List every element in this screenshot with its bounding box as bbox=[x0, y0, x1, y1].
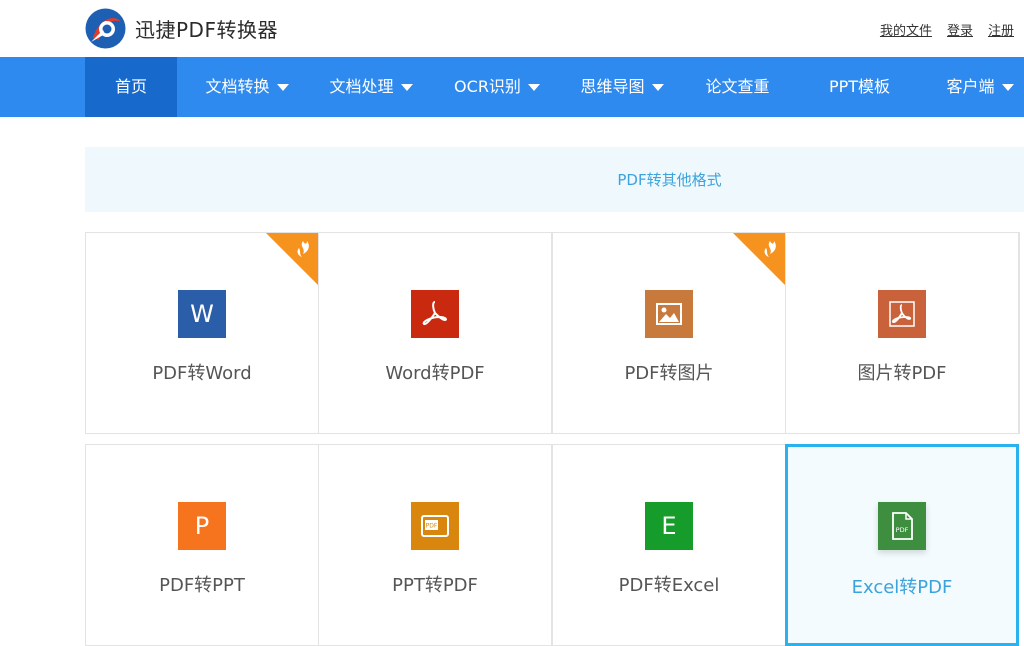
acrobat-icon bbox=[889, 301, 915, 327]
tool-label: PDF转Excel bbox=[618, 575, 720, 596]
word-icon-glyph: W bbox=[190, 300, 214, 328]
section-title-bar: PDF转其他格式 bbox=[85, 147, 1024, 212]
word-icon: W bbox=[178, 290, 226, 338]
nav-ppt-template[interactable]: PPT模板 bbox=[812, 57, 907, 117]
tool-card-pdf-to-image[interactable]: PDF转图片 bbox=[552, 232, 786, 434]
pdf-doc-icon: PDF bbox=[878, 502, 926, 550]
nav-home[interactable]: 首页 bbox=[85, 57, 177, 117]
tool-card-ppt-to-pdf[interactable]: PDF PPT转PDF bbox=[318, 444, 552, 646]
excel-icon-glyph: E bbox=[661, 512, 677, 540]
presentation-pdf-icon: PDF bbox=[421, 515, 449, 537]
tool-label: 图片转PDF bbox=[857, 363, 947, 384]
tool-label: Excel转PDF bbox=[851, 577, 953, 598]
ppt-icon: P bbox=[178, 502, 226, 550]
svg-text:PDF: PDF bbox=[426, 523, 438, 530]
tool-label: PDF转PPT bbox=[159, 575, 245, 596]
logo-icon bbox=[85, 8, 126, 49]
header: 迅捷PDF转换器 我的文件 登录 注册 bbox=[0, 0, 1024, 57]
tool-card-excel-to-pdf[interactable]: PDF Excel转PDF bbox=[785, 444, 1019, 646]
nav-doc-process[interactable]: 文档处理 bbox=[316, 57, 426, 117]
nav-client-label: 客户端 bbox=[946, 77, 995, 96]
ppt-icon-glyph: P bbox=[194, 512, 210, 540]
tool-card-pdf-to-word[interactable]: W PDF转Word bbox=[85, 232, 319, 434]
nav-home-label: 首页 bbox=[114, 77, 147, 96]
tool-card-pdf-to-ppt[interactable]: P PDF转PPT bbox=[85, 444, 319, 646]
tool-label: PPT转PDF bbox=[392, 575, 478, 596]
logo[interactable]: 迅捷PDF转换器 bbox=[85, 8, 278, 49]
chevron-down-icon bbox=[400, 83, 413, 91]
tool-card-image-to-pdf[interactable]: 图片转PDF bbox=[785, 232, 1019, 434]
pdf-icon bbox=[878, 290, 926, 338]
nav-client[interactable]: 客户端 bbox=[936, 57, 1024, 117]
nav-ppt-template-label: PPT模板 bbox=[828, 77, 891, 96]
card-edge bbox=[1019, 232, 1024, 434]
chevron-down-icon bbox=[651, 83, 664, 91]
picture-icon bbox=[656, 303, 682, 325]
chevron-down-icon bbox=[527, 83, 540, 91]
nav-thesis-check-label: 论文查重 bbox=[705, 77, 770, 96]
chevron-down-icon bbox=[1001, 83, 1014, 91]
main-nav: 首页 文档转换 文档处理 OCR识别 思维导图 论文查重 PPT模板 客户端 bbox=[0, 57, 1024, 117]
tool-label: PDF转Word bbox=[152, 363, 252, 384]
nav-ocr-label: OCR识别 bbox=[454, 77, 521, 96]
nav-thesis-check[interactable]: 论文查重 bbox=[690, 57, 785, 117]
hot-badge-icon bbox=[733, 233, 785, 285]
tool-card-pdf-to-excel[interactable]: E PDF转Excel bbox=[552, 444, 786, 646]
logo-text: 迅捷PDF转换器 bbox=[135, 18, 278, 42]
nav-mindmap-label: 思维导图 bbox=[580, 77, 645, 96]
tool-card-word-to-pdf[interactable]: Word转PDF bbox=[318, 232, 552, 434]
nav-ocr[interactable]: OCR识别 bbox=[442, 57, 552, 117]
my-files-link[interactable]: 我的文件 bbox=[880, 20, 932, 39]
ppt-pdf-icon: PDF bbox=[411, 502, 459, 550]
top-links: 我的文件 登录 注册 bbox=[880, 20, 1014, 39]
nav-doc-convert[interactable]: 文档转换 bbox=[192, 57, 302, 117]
acrobat-icon bbox=[422, 301, 447, 326]
pdf-icon bbox=[411, 290, 459, 338]
image-icon bbox=[645, 290, 693, 338]
nav-mindmap[interactable]: 思维导图 bbox=[567, 57, 677, 117]
section-title: PDF转其他格式 bbox=[617, 171, 722, 189]
document-pdf-icon: PDF bbox=[892, 512, 913, 540]
nav-doc-convert-label: 文档转换 bbox=[205, 77, 270, 96]
nav-doc-process-label: 文档处理 bbox=[329, 77, 394, 96]
register-link[interactable]: 注册 bbox=[988, 20, 1014, 39]
excel-icon: E bbox=[645, 502, 693, 550]
hot-badge-icon bbox=[266, 233, 318, 285]
svg-text:PDF: PDF bbox=[896, 526, 909, 534]
tool-label: PDF转图片 bbox=[624, 363, 714, 384]
chevron-down-icon bbox=[276, 83, 289, 91]
login-link[interactable]: 登录 bbox=[947, 20, 973, 39]
tool-label: Word转PDF bbox=[385, 363, 485, 384]
